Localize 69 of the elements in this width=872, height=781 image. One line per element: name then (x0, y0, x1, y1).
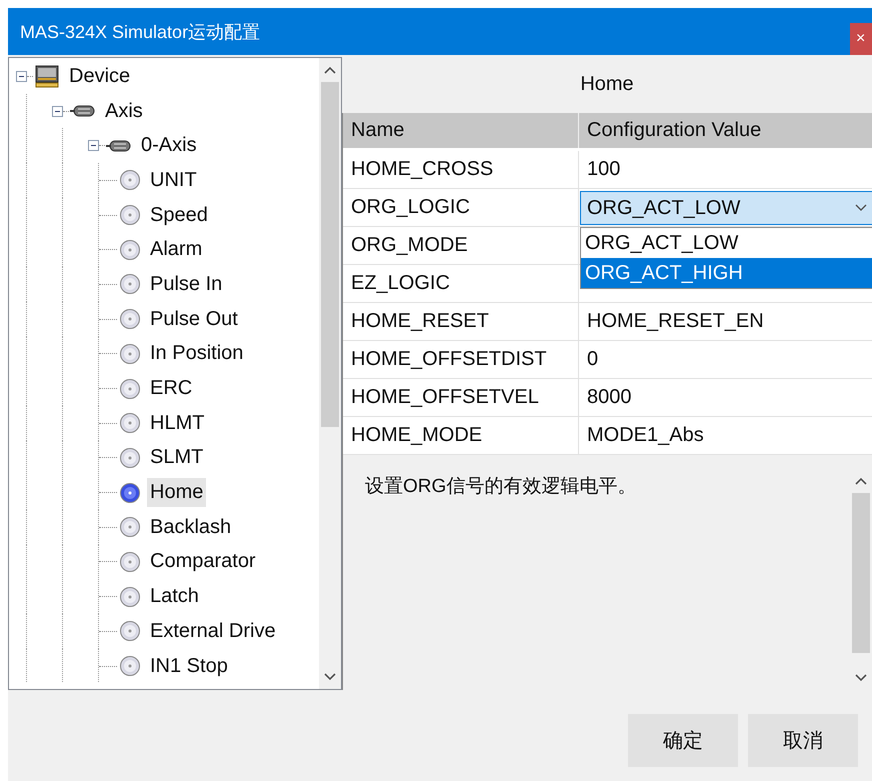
table-cell: HOME_MODE (343, 417, 579, 455)
disc-icon (119, 342, 141, 365)
tree-item[interactable]: Backlash (147, 512, 234, 542)
table-cell: MODE1_Abs (579, 417, 872, 455)
chevron-down-icon (855, 204, 867, 212)
tree-item[interactable]: Comparator (147, 547, 259, 576)
cylinder-icon (106, 138, 132, 153)
tree-item[interactable]: ERC (147, 374, 196, 404)
table-cell: HOME_OFFSETVEL (343, 379, 579, 417)
tree-item[interactable]: IN1 Stop (147, 652, 231, 681)
disc-icon (119, 204, 141, 226)
scrollbar[interactable] (319, 58, 341, 689)
disc-icon (119, 482, 141, 504)
tree-item[interactable]: HLMT (147, 408, 208, 438)
disc-icon (119, 308, 141, 330)
scroll-up-icon[interactable] (324, 66, 336, 74)
table-cell: HOME_RESET_EN (579, 303, 872, 341)
cylinder-icon (70, 104, 96, 118)
disc-icon (119, 586, 141, 608)
tree-item[interactable]: Latch (147, 582, 202, 612)
collapse-icon[interactable] (88, 140, 99, 152)
disc-icon (119, 238, 141, 261)
tree-item[interactable]: Alarm (147, 235, 206, 264)
table-cell: ORG_MODE (343, 227, 579, 265)
computer-icon (34, 64, 60, 88)
scroll-down-icon[interactable] (324, 673, 336, 681)
tree-item[interactable]: Pulse Out (147, 304, 241, 334)
tree-item[interactable]: Pulse In (147, 270, 226, 299)
section-title: Home (579, 72, 635, 96)
tree-item[interactable]: Speed (147, 200, 211, 230)
description-text: 设置ORG信号的有效逻辑电平。 (364, 475, 638, 499)
scroll-up-icon[interactable] (855, 477, 867, 485)
disc-icon (119, 378, 141, 400)
window-title: MAS-324X Simulator运动配置 (19, 20, 260, 44)
collapse-icon[interactable] (52, 106, 63, 117)
column-header: Configuration Value (579, 113, 872, 148)
close-button[interactable]: × (850, 22, 872, 54)
disc-icon (119, 620, 141, 642)
ok-button[interactable]: 确定 (628, 714, 738, 767)
scroll-down-icon[interactable] (855, 674, 867, 682)
tree-item[interactable]: Device (66, 62, 134, 91)
table-cell: HOME_RESET (343, 303, 579, 341)
disc-icon (119, 655, 141, 678)
dropdown[interactable]: ORG_ACT_LOW (580, 191, 872, 225)
disc-icon (119, 273, 141, 296)
cancel-button[interactable]: 取消 (748, 714, 858, 767)
tree-item[interactable]: UNIT (147, 166, 200, 195)
column-header: Name (343, 113, 579, 148)
disc-icon (119, 446, 141, 469)
table-cell: HOME_OFFSETDIST (343, 341, 579, 379)
table-cell: 8000 (579, 379, 872, 417)
dropdown-option[interactable]: ORG_ACT_HIGH (581, 258, 872, 288)
tree-item[interactable]: SLMT (147, 443, 206, 472)
table-cell: 0 (579, 341, 872, 379)
disc-icon (119, 550, 141, 573)
tree-item[interactable]: Home (147, 478, 206, 508)
table-cell: EZ_LOGIC (343, 265, 579, 303)
tree-item[interactable]: In Position (147, 339, 246, 368)
tree-item[interactable]: Axis (102, 96, 146, 126)
disc-icon (119, 412, 141, 434)
table-cell: 100 (579, 151, 872, 189)
collapse-icon[interactable] (16, 70, 27, 82)
table-cell: ORG_LOGIC (343, 189, 579, 227)
tree-item[interactable]: External Drive (147, 616, 279, 646)
table-cell: HOME_CROSS (343, 151, 579, 189)
disc-icon (119, 169, 141, 192)
tree-item[interactable]: 0-Axis (138, 131, 200, 160)
disc-icon (119, 516, 141, 538)
dropdown-option[interactable]: ORG_ACT_LOW (581, 228, 872, 258)
